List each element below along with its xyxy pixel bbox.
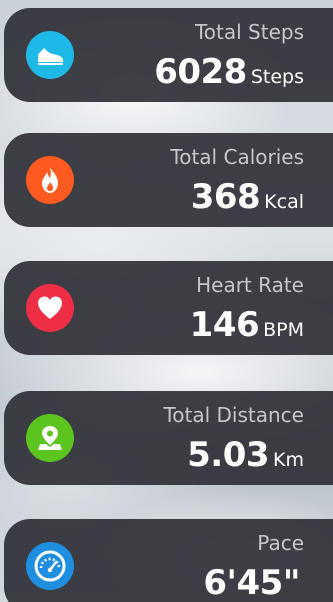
heart-icon (26, 284, 74, 332)
metric-unit: Km (273, 449, 304, 471)
metric-card-total-calories[interactable]: Total Calories 368 Kcal (4, 133, 333, 227)
metric-value-line: 146 BPM (190, 305, 304, 345)
speedometer-icon (26, 542, 74, 590)
metric-unit: BPM (263, 319, 304, 341)
metric-value-line: 6028 Steps (154, 52, 304, 92)
metric-unit: Steps (250, 66, 304, 88)
metric-value-line: 368 Kcal (191, 177, 304, 217)
metric-card-total-distance[interactable]: Total Distance 5.03 Km (4, 391, 333, 485)
flame-icon (26, 156, 74, 204)
metric-label: Total Distance (163, 403, 304, 427)
metric-label: Total Steps (194, 20, 304, 44)
shoe-icon (26, 31, 74, 79)
metric-value: 6028 (154, 52, 247, 92)
metric-value-line: 5.03 Km (187, 435, 304, 475)
map-pin-icon (26, 414, 74, 462)
metric-value: 5.03 (187, 435, 270, 475)
metric-value: 6'45" (203, 563, 300, 602)
metric-card-total-steps[interactable]: Total Steps 6028 Steps (4, 8, 333, 102)
metric-unit: Kcal (264, 191, 304, 213)
metric-card-heart-rate[interactable]: Heart Rate 146 BPM (4, 261, 333, 355)
metric-value: 146 (189, 305, 260, 345)
metric-label: Total Calories (170, 145, 304, 169)
metric-card-pace[interactable]: Pace 6'45" (4, 519, 333, 602)
metric-value-line: 6'45" (203, 563, 304, 602)
metric-label: Pace (257, 531, 304, 555)
metric-label: Heart Rate (196, 273, 304, 297)
metric-value: 368 (190, 177, 261, 217)
